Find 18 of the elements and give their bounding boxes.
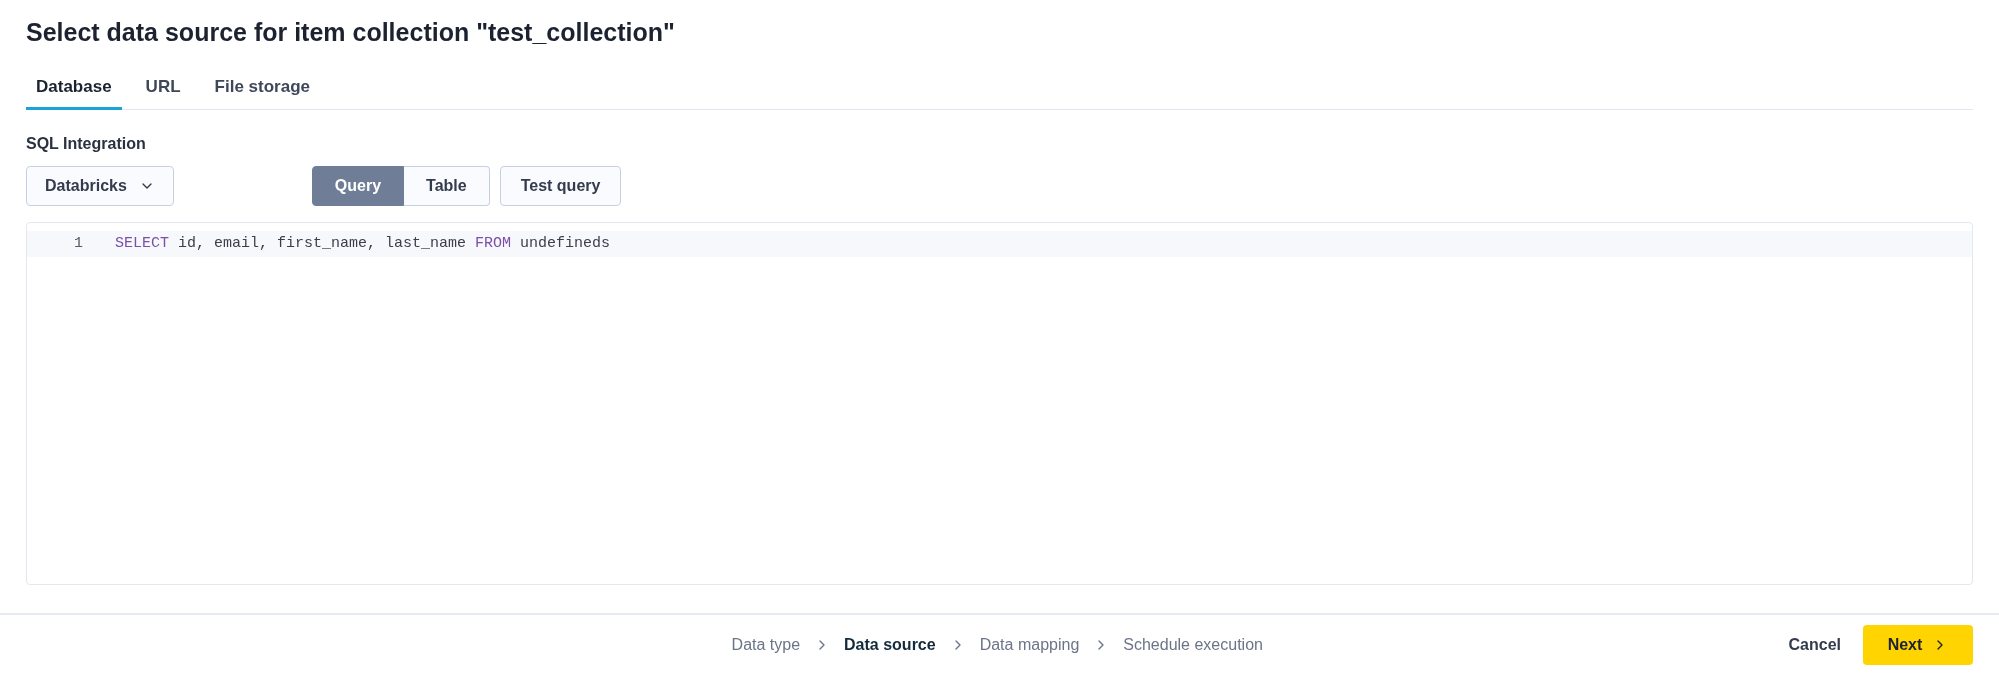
integration-dropdown[interactable]: Databricks	[26, 166, 174, 206]
step-label[interactable]: Schedule execution	[1123, 633, 1263, 657]
line-number: 1	[73, 233, 83, 254]
step-label[interactable]: Data mapping	[979, 633, 1080, 657]
mode-toggle-button[interactable]: Table	[404, 166, 490, 206]
step-label[interactable]: Data source	[844, 633, 936, 657]
mode-toggle-button[interactable]: Query	[311, 166, 405, 206]
field-label: SQL Integration	[26, 134, 146, 154]
test-query-button[interactable]: Test query	[499, 166, 622, 206]
tab[interactable]: URL	[135, 73, 191, 110]
cancel-button[interactable]: Cancel	[1778, 633, 1851, 657]
code-editor[interactable]: 1 SELECT id, email, first_name, last_name FROM undefineds	[26, 222, 1973, 585]
dialog-title: Select data source for item collection "test_collection"	[26, 17, 675, 48]
step-label[interactable]: Data type	[731, 633, 801, 657]
tab[interactable]: File storage	[204, 73, 320, 110]
next-button[interactable]: Next	[1863, 625, 1973, 665]
code-line: SELECT id, email, first_name, last_name FROM undefineds	[115, 233, 611, 254]
tab[interactable]: Database	[26, 73, 122, 110]
